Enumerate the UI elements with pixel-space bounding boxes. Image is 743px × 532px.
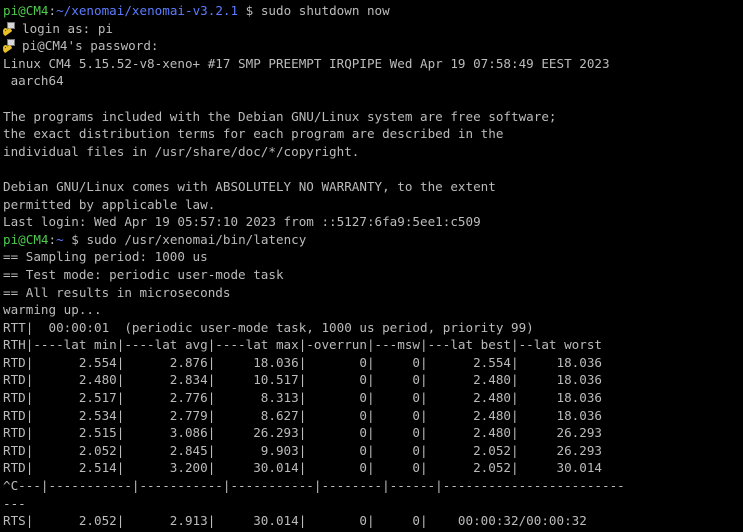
prompt-user: pi@CM4 xyxy=(3,3,49,18)
prompt-separator: : xyxy=(48,3,57,18)
output-line: aarch64 xyxy=(3,73,64,89)
output-line: == Test mode: periodic user-mode task xyxy=(3,266,284,282)
latency-summary-line: RTS| 2.052| 2.913| 30.014| 0| 0| 00:00:3… xyxy=(3,513,587,529)
output-line: permitted by applicable law. xyxy=(3,196,216,212)
output-line: Debian GNU/Linux comes with ABSOLUTELY N… xyxy=(3,178,496,194)
prompt-line-shutdown: pi@CM4:~/xenomai/xenomai-v3.2.1 $ sudo s… xyxy=(3,2,743,20)
prompt-path: ~/xenomai/xenomai-v3.2.1 xyxy=(56,3,239,18)
putty-key-icon xyxy=(2,39,16,54)
prompt-user: pi@CM4 xyxy=(3,231,49,247)
prompt-separator: : xyxy=(48,231,57,247)
output-line: the exact distribution terms for each pr… xyxy=(3,126,504,142)
putty-key-icon xyxy=(2,21,16,36)
prompt-line-latency: pi@CM4:~ $ sudo /usr/xenomai/bin/latency xyxy=(3,231,743,249)
password-line: pi@CM4's password: xyxy=(2,37,743,55)
terminal-window[interactable]: pi@CM4:~/xenomai/xenomai-v3.2.1 $ sudo s… xyxy=(0,0,743,532)
output-line: warming up... xyxy=(3,302,102,318)
output-line: Last login: Wed Apr 19 05:57:10 2023 fro… xyxy=(3,214,481,230)
latency-separator-line: ^C---|-----------|-----------|----------… xyxy=(3,478,625,494)
output-line: individual files in /usr/share/doc/*/cop… xyxy=(3,143,360,159)
latency-row: RTD| 2.052| 2.845| 9.903| 0| 0| 2.052| 2… xyxy=(3,442,602,458)
latency-row: RTD| 2.517| 2.776| 8.313| 0| 0| 2.480| 1… xyxy=(3,390,602,406)
latency-separator-wrap: --- xyxy=(3,495,26,511)
prompt-command: sudo /usr/xenomai/bin/latency xyxy=(86,231,307,247)
login-as-text: login as: pi xyxy=(22,20,113,36)
latency-header-line: RTH|----lat min|----lat avg|----lat max|… xyxy=(3,337,602,353)
output-line: Linux CM4 5.15.52-v8-xeno+ #17 SMP PREEM… xyxy=(3,55,610,71)
latency-row: RTD| 2.514| 3.200| 30.014| 0| 0| 2.052| … xyxy=(3,460,602,476)
latency-row: RTD| 2.554| 2.876| 18.036| 0| 0| 2.554| … xyxy=(3,354,602,370)
prompt-command: sudo shutdown now xyxy=(260,3,390,18)
latency-row: RTD| 2.480| 2.834| 10.517| 0| 0| 2.480| … xyxy=(3,372,602,388)
password-prompt-text: pi@CM4's password: xyxy=(22,38,159,54)
login-as-line: login as: pi xyxy=(2,20,743,38)
latency-row: RTD| 2.534| 2.779| 8.627| 0| 0| 2.480| 1… xyxy=(3,407,602,423)
prompt-symbol: $ xyxy=(63,231,87,247)
output-line: The programs included with the Debian GN… xyxy=(3,108,557,124)
latency-rtt-line: RTT| 00:00:01 (periodic user-mode task, … xyxy=(3,319,534,335)
prompt-symbol: $ xyxy=(238,3,261,18)
latency-row: RTD| 2.515| 3.086| 26.293| 0| 0| 2.480| … xyxy=(3,425,602,441)
output-line: == All results in microseconds xyxy=(3,284,231,300)
prompt-path: ~ xyxy=(56,231,64,247)
output-line: == Sampling period: 1000 us xyxy=(3,249,208,265)
